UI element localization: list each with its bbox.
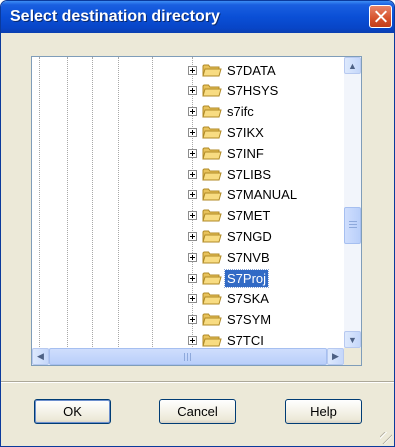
folder-icon [202,292,222,305]
tree-item[interactable]: S7Proj [188,268,270,288]
tree-item[interactable]: S7DATA [188,60,278,80]
folder-icon [202,251,222,264]
expand-plus-icon[interactable] [188,65,197,75]
tree-item-label: S7NVB [227,249,270,265]
tree-item-label: S7Proj [223,268,270,288]
scroll-right-button[interactable]: ▶ [327,348,344,365]
expand-plus-icon[interactable] [188,294,197,304]
expand-plus-icon[interactable] [188,190,197,200]
tree-item-label: S7SKA [227,291,269,307]
tree-item-label: S7DATA [227,62,276,78]
folder-icon [202,168,222,180]
chevron-down-icon: ▼ [348,334,357,345]
tree-item-label: S7INF [227,145,264,161]
tree-item-label: S7LIBS [227,166,272,182]
folder-icon [202,188,222,201]
help-button[interactable]: Help [285,399,362,424]
dialog-window: Select destination directory S7DATA S7HSY… [0,0,395,447]
expand-plus-icon[interactable] [188,86,197,96]
folder-icon [202,105,222,118]
tree-guide-line [118,57,119,347]
tree-guide-line [152,57,153,347]
close-button[interactable] [369,5,392,28]
tree-item[interactable]: S7NVB [188,247,272,267]
ok-button[interactable]: OK [34,399,111,424]
tree-item-label: S7IKX [227,124,264,140]
vertical-scroll-thumb[interactable] [344,207,361,244]
expand-plus-icon[interactable] [188,127,197,137]
expand-plus-icon[interactable] [188,211,197,221]
folder-icon [202,209,222,222]
tree-guide-line [92,57,93,347]
tree-item[interactable]: S7SYM [188,310,273,330]
vertical-scrollbar[interactable]: ▲ ▼ [344,57,361,348]
folder-icon [202,334,222,347]
folder-icon [202,230,222,243]
tree-item-label: S7NGD [227,228,272,244]
folder-icon [202,147,222,160]
tree-item-label: S7SYM [227,312,272,328]
folder-icon [202,313,222,326]
scroll-up-button[interactable]: ▲ [344,57,361,74]
scroll-down-button[interactable]: ▼ [344,331,361,348]
chevron-left-icon: ◀ [37,351,44,361]
tree-item-label: S7MANUAL [227,187,298,203]
tree-item[interactable]: S7IKX [188,122,266,142]
horizontal-scroll-thumb[interactable] [49,348,327,365]
expand-plus-icon[interactable] [188,273,197,283]
folder-icon [202,64,222,76]
cancel-button[interactable]: Cancel [159,399,236,424]
expand-plus-icon[interactable] [188,252,197,262]
tree-item-label: s7ifc [227,104,254,120]
tree-item-label: S7HSYS [227,83,279,99]
expand-plus-icon[interactable] [188,169,197,179]
dialog-title: Select destination directory [10,8,220,25]
title-bar[interactable]: Select destination directory [1,1,394,33]
scrollbar-corner [344,348,361,365]
expand-plus-icon[interactable] [188,335,197,345]
scroll-left-button[interactable]: ◀ [32,348,49,365]
tree-item-label: S7MET [227,208,271,224]
expand-plus-icon[interactable] [188,148,197,158]
resize-grip-icon[interactable] [380,432,392,444]
tree-item[interactable]: S7NGD [188,226,274,246]
tree-item[interactable]: S7MANUAL [188,185,299,205]
directory-tree[interactable]: S7DATA S7HSYS s7ifc S7IKX S7INF S7LIBS S7MANUA… [31,56,362,366]
expand-plus-icon[interactable] [188,231,197,241]
tree-item[interactable]: S7MET [188,206,272,226]
expand-plus-icon[interactable] [188,315,197,325]
chevron-up-icon: ▲ [348,60,357,71]
separator [1,381,394,383]
horizontal-scrollbar[interactable]: ◀ ▶ [32,348,344,365]
chevron-right-icon: ▶ [332,351,339,361]
tree-item[interactable]: s7ifc [188,102,256,122]
tree-guide-line [67,57,68,347]
folder-icon [202,84,222,97]
folder-icon [202,272,222,284]
tree-item-label: S7TCI [227,332,264,348]
folder-icon [202,126,222,139]
tree-item[interactable]: S7HSYS [188,81,280,101]
tree-item[interactable]: S7LIBS [188,164,273,184]
tree-item[interactable]: S7SKA [188,289,271,309]
tree-item[interactable]: S7INF [188,143,266,163]
tree-guide-line [39,57,40,347]
expand-plus-icon[interactable] [188,107,197,117]
